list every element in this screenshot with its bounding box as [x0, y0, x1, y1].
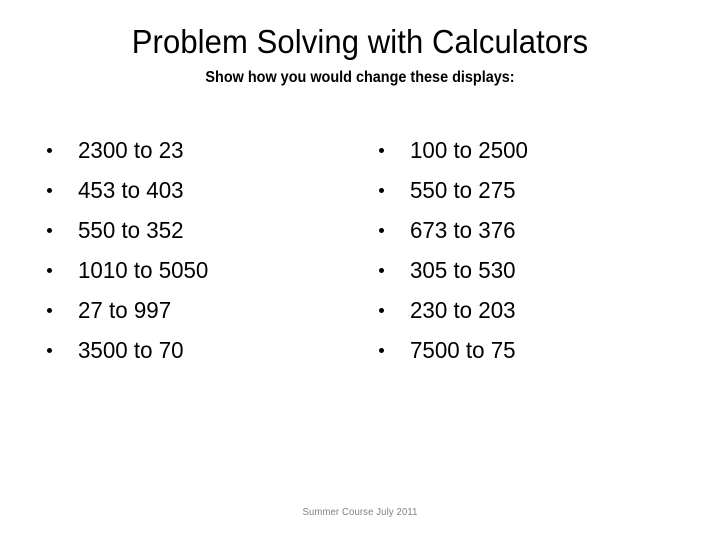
- bullet-dot-icon: [379, 187, 384, 193]
- list-item-label: 3500 to 70: [78, 337, 184, 363]
- bullet-dot-icon: [47, 307, 52, 313]
- title-container: Problem Solving with Calculators: [0, 22, 720, 62]
- footer-container: Summer Course July 2011: [0, 506, 720, 520]
- list-item-label: 1010 to 5050: [78, 257, 209, 283]
- list-item: 673 to 376: [374, 210, 674, 250]
- list-item: 27 to 997: [42, 290, 342, 330]
- list-item: 1010 to 5050: [42, 250, 342, 290]
- left-column: 2300 to 23 453 to 403 550 to 352 1010 to…: [42, 130, 342, 370]
- slide-footer: Summer Course July 2011: [302, 507, 418, 518]
- list-item: 453 to 403: [42, 170, 342, 210]
- right-bullet-list: 100 to 2500 550 to 275 673 to 376 305 to…: [374, 130, 674, 370]
- page-subtitle: Show how you would change these displays…: [205, 69, 515, 86]
- bullet-dot-icon: [47, 347, 52, 353]
- list-item-label: 305 to 530: [410, 257, 516, 283]
- list-item: 550 to 352: [42, 210, 342, 250]
- subtitle-container: Show how you would change these displays…: [0, 68, 720, 88]
- list-item-label: 550 to 275: [410, 177, 516, 203]
- bullet-dot-icon: [47, 187, 52, 193]
- list-item: 305 to 530: [374, 250, 674, 290]
- bullet-dot-icon: [47, 147, 52, 153]
- bullet-dot-icon: [47, 267, 52, 273]
- bullet-dot-icon: [379, 307, 384, 313]
- list-item: 7500 to 75: [374, 330, 674, 370]
- list-item-label: 27 to 997: [78, 297, 172, 323]
- bullet-dot-icon: [379, 267, 384, 273]
- bullet-dot-icon: [379, 147, 384, 153]
- list-item-label: 230 to 203: [410, 297, 516, 323]
- list-item-label: 7500 to 75: [410, 337, 516, 363]
- list-item: 2300 to 23: [42, 130, 342, 170]
- list-item-label: 453 to 403: [78, 177, 184, 203]
- bullet-dot-icon: [47, 227, 52, 233]
- content-columns: 2300 to 23 453 to 403 550 to 352 1010 to…: [0, 130, 720, 380]
- list-item-label: 100 to 2500: [410, 137, 528, 163]
- list-item-label: 550 to 352: [78, 217, 184, 243]
- list-item: 550 to 275: [374, 170, 674, 210]
- list-item: 100 to 2500: [374, 130, 674, 170]
- left-bullet-list: 2300 to 23 453 to 403 550 to 352 1010 to…: [42, 130, 342, 370]
- list-item: 3500 to 70: [42, 330, 342, 370]
- bullet-dot-icon: [379, 227, 384, 233]
- bullet-dot-icon: [379, 347, 384, 353]
- slide: Problem Solving with Calculators Show ho…: [0, 0, 720, 540]
- list-item-label: 2300 to 23: [78, 137, 184, 163]
- page-title: Problem Solving with Calculators: [131, 23, 589, 60]
- list-item-label: 673 to 376: [410, 217, 516, 243]
- right-column: 100 to 2500 550 to 275 673 to 376 305 to…: [374, 130, 674, 370]
- list-item: 230 to 203: [374, 290, 674, 330]
